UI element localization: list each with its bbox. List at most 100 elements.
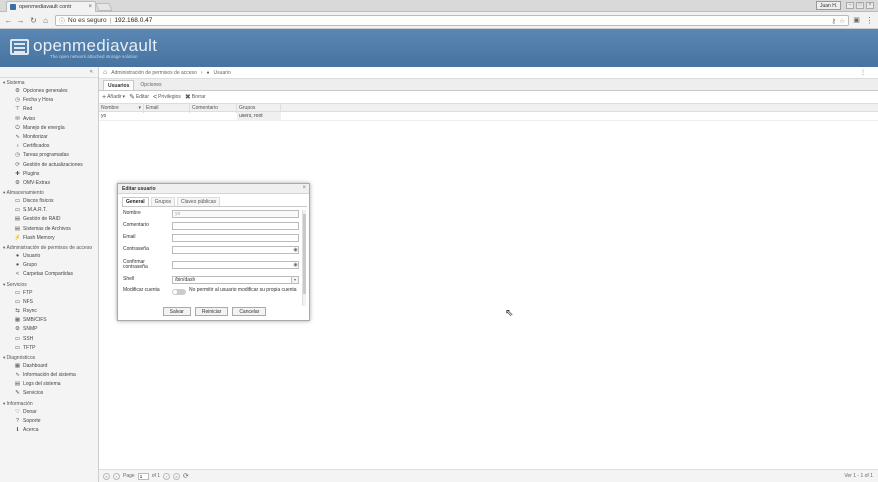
sidebar-item-label: Opciones generales xyxy=(23,88,68,94)
first-page-icon[interactable]: « xyxy=(103,472,110,480)
close-window-icon[interactable]: × xyxy=(866,2,874,9)
sidebar-item-label: SNMP xyxy=(23,326,38,333)
back-icon[interactable]: ← xyxy=(3,15,14,26)
sidebar-item[interactable]: ✎ Servicios xyxy=(0,389,98,398)
sidebar-item[interactable]: ⊤ Red xyxy=(0,105,98,114)
sidebar-section[interactable]: Servicios xyxy=(0,280,98,289)
eye-icon[interactable]: ◉ xyxy=(292,262,299,268)
sidebar-section[interactable]: Diagnósticos xyxy=(0,353,98,362)
sidebar-item[interactable]: ⇆ Rsync xyxy=(0,307,98,316)
tab-general[interactable]: General xyxy=(122,197,149,206)
close-icon[interactable]: × xyxy=(302,185,306,191)
sidebar-item[interactable]: < Carpetas Compartidas xyxy=(0,270,98,279)
cancel-button[interactable]: Cancelar xyxy=(232,307,267,316)
reload-icon[interactable]: ↻ xyxy=(28,15,39,26)
tab-usuarios[interactable]: Usuarios xyxy=(103,80,135,90)
sidebar-item[interactable]: ℹ Acerca xyxy=(0,426,98,435)
row-nombre: Nombre yo xyxy=(123,210,301,218)
sidebar-item[interactable]: ? Soporte xyxy=(0,417,98,426)
sidebar-item-icon: ♡ xyxy=(15,408,20,415)
sidebar-section[interactable]: Información xyxy=(0,399,98,408)
sidebar-item[interactable]: ∿ Monitorizar xyxy=(0,133,98,142)
nombre-field[interactable]: yo xyxy=(172,210,299,218)
sidebar-item-label: Red xyxy=(23,106,33,113)
sidebar-item[interactable]: ✚ Plugins xyxy=(0,170,98,179)
collapse-icon[interactable]: « xyxy=(90,69,93,75)
privileges-button[interactable]: < Privilegios xyxy=(153,94,181,101)
table-row[interactable]: yo users, root xyxy=(99,112,878,121)
shell-select[interactable]: /bin/dash ▾ xyxy=(172,276,299,284)
password-field[interactable]: ◉ xyxy=(172,246,299,254)
prev-page-icon[interactable]: ‹ xyxy=(113,472,120,480)
sidebar-item[interactable]: ▤ Gestión de RAID xyxy=(0,215,98,224)
dialog-scrollbar[interactable] xyxy=(302,210,306,306)
security-status: No es seguro xyxy=(68,17,107,24)
delete-button[interactable]: ✖ Borrar xyxy=(185,93,206,101)
more-options-icon[interactable]: ⋮ xyxy=(860,69,866,76)
browser-tab[interactable]: openmediavault contr × xyxy=(6,1,96,12)
bookmark-star-icon[interactable]: ☆ xyxy=(839,17,845,25)
edit-button[interactable]: ✎ Editar xyxy=(129,93,149,101)
url-bar[interactable]: ⓘ No es seguro | 192.168.0.47 ⚷ ☆ xyxy=(55,15,849,26)
sidebar-item[interactable]: ▦ Dashboard xyxy=(0,362,98,371)
last-page-icon[interactable]: » xyxy=(173,472,181,480)
sidebar-item[interactable]: ⚙ Opciones generales xyxy=(0,87,98,96)
maximize-icon[interactable]: □ xyxy=(856,2,864,9)
mouse-cursor-icon: ⇖ xyxy=(505,308,514,319)
sidebar-item[interactable]: ▤ Sistemas de Archivos xyxy=(0,225,98,234)
tab-close-icon[interactable]: × xyxy=(88,4,92,10)
sidebar-item-label: Grupo xyxy=(23,262,37,269)
sidebar-item[interactable]: ⚡ Flash Memory xyxy=(0,234,98,243)
home-icon[interactable]: ⌂ xyxy=(103,69,107,76)
new-tab-button[interactable] xyxy=(95,3,113,11)
sidebar-section[interactable]: Administración de permisos de acceso xyxy=(0,243,98,252)
sidebar-item[interactable]: ▭ SSH xyxy=(0,335,98,344)
sidebar-item[interactable]: ▭ TFTP xyxy=(0,344,98,353)
sidebar-section[interactable]: Almacenamiento xyxy=(0,188,98,197)
page-input[interactable] xyxy=(137,472,149,480)
key-icon[interactable]: ⚷ xyxy=(831,17,836,25)
sidebar-item[interactable]: ▤ Logs del sistema xyxy=(0,380,98,389)
reset-button[interactable]: Reiniciar xyxy=(194,307,229,316)
sidebar-item[interactable]: ♡ Donar xyxy=(0,408,98,417)
sidebar-item[interactable]: ▭ NFS xyxy=(0,298,98,307)
sidebar-item[interactable]: ✉ Aviso xyxy=(0,115,98,124)
sidebar-item-label: SMB/CIFS xyxy=(23,317,47,324)
save-button[interactable]: Salvar xyxy=(162,307,191,316)
sidebar-item[interactable]: ⏻ Manejo de energía xyxy=(0,124,98,133)
tab-opciones[interactable]: Opciones xyxy=(136,80,165,90)
sidebar-item[interactable]: ▭ S.M.A.R.T. xyxy=(0,206,98,215)
sidebar-item[interactable]: ⟳ Gestión de actualizaciones xyxy=(0,161,98,170)
minimize-icon[interactable]: – xyxy=(846,2,854,9)
sidebar-item[interactable]: ◷ Tareas programadas xyxy=(0,151,98,160)
refresh-icon[interactable]: ⟳ xyxy=(183,472,189,480)
sidebar-item[interactable]: ♁ Certificados xyxy=(0,142,98,151)
tab-grupos[interactable]: Grupos xyxy=(150,197,176,206)
breadcrumb-section[interactable]: Administración de permisos de acceso xyxy=(111,70,197,76)
sidebar-item[interactable]: ⚙ SNMP xyxy=(0,325,98,334)
profile-badge[interactable]: Juan H. xyxy=(816,1,842,10)
sidebar-item[interactable]: ⚙ OMV-Extras xyxy=(0,179,98,188)
next-page-icon[interactable]: › xyxy=(163,472,171,480)
extension-icon[interactable]: ▣ xyxy=(851,15,862,26)
sidebar-item[interactable]: ▦ SMB/CIFS xyxy=(0,316,98,325)
add-button[interactable]: + Añadir ▾ xyxy=(102,94,125,101)
sidebar-item[interactable]: ◷ Fecha y Hora xyxy=(0,96,98,105)
home-icon[interactable]: ⌂ xyxy=(40,15,51,26)
eye-icon[interactable]: ◉ xyxy=(292,247,299,253)
modify-account-toggle[interactable] xyxy=(172,289,186,295)
sidebar-section[interactable]: Sistema xyxy=(0,78,98,87)
comentario-field[interactable] xyxy=(172,222,299,230)
tab-claves-publicas[interactable]: Claves públicas xyxy=(177,197,221,206)
brand-tagline: The open network attached storage soluti… xyxy=(50,54,138,59)
sidebar-item[interactable]: ● Usuario xyxy=(0,252,98,261)
sidebar-item[interactable]: ∿ Información del sistema xyxy=(0,371,98,380)
sidebar-item[interactable]: ● Grupo xyxy=(0,261,98,270)
email-field[interactable] xyxy=(172,234,299,242)
menu-kebab-icon[interactable]: ⋮ xyxy=(864,15,875,26)
sidebar-item[interactable]: ▭ FTP xyxy=(0,289,98,298)
sidebar-item[interactable]: ▭ Discos físicos xyxy=(0,197,98,206)
dialog-header[interactable]: Editar usuario × xyxy=(118,184,309,194)
confirm-password-field[interactable]: ◉ xyxy=(172,261,299,269)
forward-icon[interactable]: → xyxy=(15,15,26,26)
